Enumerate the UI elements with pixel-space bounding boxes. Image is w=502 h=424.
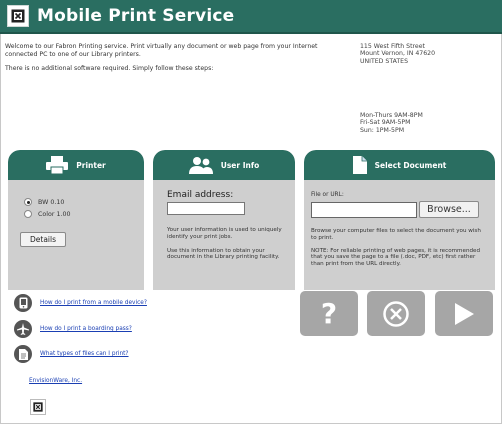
- hours-weekday: Mon-Thurs 9AM-8PM: [360, 112, 423, 119]
- email-label: Email address:: [167, 190, 234, 200]
- cancel-icon: [383, 300, 409, 327]
- select-document-panel-header: Select Document: [304, 150, 495, 180]
- file-label: File or URL:: [311, 192, 344, 198]
- address-street: 115 West Fifth Street: [360, 43, 425, 50]
- printer-panel: Printer BW 0.10 Color 1.00 Details: [8, 150, 144, 290]
- hours-sunday: Sun: 1PM-5PM: [360, 126, 405, 134]
- select-document-panel: Select Document File or URL: Browse... B…: [304, 150, 495, 290]
- airplane-icon: [14, 320, 32, 338]
- user-info-panel: User Info Email address: Your user infor…: [153, 150, 295, 290]
- help-link-file-types-text[interactable]: What types of files can I print?: [40, 351, 129, 357]
- help-link-mobile[interactable]: How do I print from a mobile device?: [14, 294, 147, 312]
- file-row: Browse...: [311, 201, 495, 218]
- option-label-color: Color 1.00: [38, 210, 71, 218]
- user-info-text-2: Use this information to obtain your docu…: [167, 247, 280, 261]
- document-icon: [14, 345, 32, 363]
- printer-icon: [46, 156, 69, 174]
- option-label-bw: BW 0.10: [38, 198, 65, 206]
- library-hours: Mon-Thurs 9AM-8PM Fri-Sat 9AM-5PM Sun: 1…: [360, 112, 495, 134]
- user-info-heading: User Info: [220, 160, 260, 170]
- user-info-panel-header: User Info: [153, 150, 295, 180]
- select-document-text-1: Browse your computer files to select the…: [311, 228, 481, 241]
- submit-button[interactable]: [435, 291, 493, 336]
- help-link-file-types[interactable]: What types of files can I print?: [14, 345, 129, 363]
- printer-heading: Printer: [76, 160, 106, 170]
- file-url-input[interactable]: [311, 201, 417, 218]
- cancel-button[interactable]: [367, 291, 425, 336]
- details-button[interactable]: Details: [20, 232, 66, 247]
- select-document-heading: Select Document: [374, 160, 447, 170]
- vendor-link[interactable]: EnvisionWare, Inc.: [29, 378, 82, 384]
- help-symbol: ?: [320, 297, 338, 330]
- radio-bw[interactable]: [24, 198, 32, 206]
- help-link-boarding-pass[interactable]: How do I print a boarding pass?: [14, 320, 132, 338]
- address-city: Mount Vernon, IN 47620: [360, 50, 436, 58]
- mobile-device-icon: [14, 294, 32, 312]
- footer-logo-icon: [30, 399, 46, 415]
- play-icon: [455, 302, 474, 325]
- page-title: Mobile Print Service: [37, 6, 235, 26]
- user-info-text-1: Your user information is used to uniquel…: [167, 227, 282, 240]
- email-input[interactable]: [167, 202, 245, 215]
- document-select-icon: [352, 156, 367, 174]
- help-link-boarding-pass-text[interactable]: How do I print a boarding pass?: [40, 326, 132, 332]
- select-document-text-2: NOTE: For reliable printing of web pages…: [311, 247, 481, 268]
- envisionware-logo-icon: [7, 5, 29, 27]
- hours-friday: Fri-Sat 9AM-5PM: [360, 119, 411, 127]
- intro-line-2: There is no additional software required…: [5, 65, 214, 73]
- radio-color[interactable]: [24, 210, 32, 218]
- printer-panel-header: Printer: [8, 150, 144, 180]
- address-country: UNITED STATES: [360, 57, 408, 65]
- intro-text: Welcome to our Fabron Printing service. …: [5, 43, 335, 80]
- printer-option-bw[interactable]: BW 0.10: [24, 196, 144, 208]
- help-link-mobile-text[interactable]: How do I print from a mobile device?: [40, 300, 147, 306]
- help-button[interactable]: ?: [300, 291, 358, 336]
- app-header: Mobile Print Service: [0, 0, 502, 34]
- intro-line-1: Welcome to our Fabron Printing service. …: [5, 43, 318, 58]
- users-icon: [188, 157, 213, 174]
- browse-button[interactable]: Browse...: [419, 201, 479, 218]
- library-address: 115 West Fifth Street Mount Vernon, IN 4…: [360, 43, 495, 65]
- printer-option-color[interactable]: Color 1.00: [24, 208, 144, 220]
